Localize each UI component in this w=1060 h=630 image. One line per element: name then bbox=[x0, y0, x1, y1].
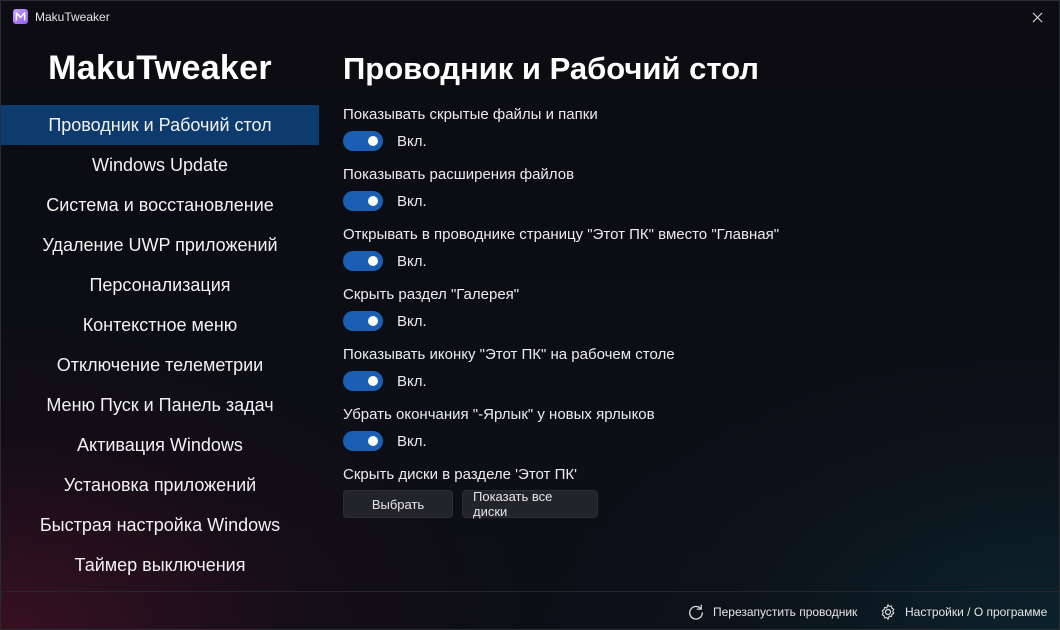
hide-gallery-toggle[interactable] bbox=[343, 311, 383, 331]
toggle-state-text: Вкл. bbox=[397, 252, 427, 270]
window-title: MakuTweaker bbox=[35, 10, 110, 24]
restart-explorer-button[interactable]: Перезапустить проводник bbox=[687, 603, 857, 621]
sidebar-item-explorer-desktop[interactable]: Проводник и Рабочий стол bbox=[1, 105, 319, 145]
setting-label: Скрыть раздел "Галерея" bbox=[343, 286, 520, 303]
toggle-state-text: Вкл. bbox=[397, 372, 427, 390]
setting-label: Открывать в проводнике страницу "Этот ПК… bbox=[343, 226, 780, 243]
sidebar-item-system-recovery[interactable]: Система и восстановление bbox=[1, 185, 319, 225]
sidebar-item-label: Персонализация bbox=[89, 274, 231, 295]
toggle-state-text: Вкл. bbox=[397, 132, 427, 150]
sidebar-item-label: Таймер выключения bbox=[74, 554, 246, 575]
setting-open-this-pc: Открывать в проводнике страницу "Этот ПК… bbox=[343, 226, 779, 271]
toggle-knob bbox=[368, 316, 378, 326]
sidebar-item-label: Установка приложений bbox=[63, 474, 257, 495]
sidebar-item-label: Быстрая настройка Windows bbox=[39, 514, 281, 535]
sidebar-item-label: Проводник и Рабочий стол bbox=[48, 114, 272, 135]
sidebar-item-label: Система и восстановление bbox=[46, 194, 274, 215]
sidebar-item-uwp-removal[interactable]: Удаление UWP приложений bbox=[1, 225, 319, 265]
sidebar-item-shutdown-timer[interactable]: Таймер выключения bbox=[1, 545, 319, 585]
setting-shortcut-suffix: Убрать окончания "-Ярлык" у новых ярлыко… bbox=[343, 406, 655, 451]
setting-label: Скрыть диски в разделе 'Этот ПК' bbox=[343, 466, 577, 483]
maku-app-icon bbox=[13, 9, 28, 24]
shortcut-suffix-toggle[interactable] bbox=[343, 431, 383, 451]
sidebar-item-quick-setup[interactable]: Быстрая настройка Windows bbox=[1, 505, 319, 545]
sidebar-nav: Проводник и Рабочий стол Windows Update … bbox=[1, 105, 319, 585]
sidebar-item-label: Удаление UWP приложений bbox=[42, 234, 278, 255]
setting-label: Убрать окончания "-Ярлык" у новых ярлыко… bbox=[343, 406, 655, 423]
toggle-knob bbox=[368, 136, 378, 146]
setting-hide-drives: Скрыть диски в разделе 'Этот ПК' Выбрать… bbox=[343, 466, 598, 519]
select-drives-button[interactable]: Выбрать bbox=[343, 490, 453, 518]
page-title: Проводник и Рабочий стол bbox=[343, 51, 760, 86]
toggle-knob bbox=[368, 196, 378, 206]
sidebar-item-personalization[interactable]: Персонализация bbox=[1, 265, 319, 305]
setting-label: Показывать скрытые файлы и папки bbox=[343, 106, 598, 123]
show-all-drives-button[interactable]: Показать все диски bbox=[462, 489, 598, 519]
setting-hidden-files: Показывать скрытые файлы и папки Вкл. bbox=[343, 106, 598, 151]
app-title: MakuTweaker bbox=[48, 49, 272, 87]
toggle-state-text: Вкл. bbox=[397, 432, 427, 450]
sidebar-item-label: Отключение телеметрии bbox=[56, 354, 264, 375]
bottom-bar: Перезапустить проводник Настройки / О пр… bbox=[1, 591, 1060, 630]
setting-hide-gallery: Скрыть раздел "Галерея" Вкл. bbox=[343, 286, 519, 331]
refresh-icon bbox=[689, 604, 703, 620]
toggle-state-text: Вкл. bbox=[397, 192, 427, 210]
sidebar-item-label: Меню Пуск и Панель задач bbox=[46, 394, 274, 415]
toggle-knob bbox=[368, 436, 378, 446]
title-bar: MakuTweaker bbox=[1, 1, 1060, 33]
app-window: MakuTweaker MakuTweaker Проводник и Рабо… bbox=[0, 0, 1060, 630]
sidebar-item-activation[interactable]: Активация Windows bbox=[1, 425, 319, 465]
sidebar-item-windows-update[interactable]: Windows Update bbox=[1, 145, 319, 185]
close-icon bbox=[1032, 12, 1042, 22]
restart-explorer-label: Перезапустить проводник bbox=[713, 605, 858, 619]
sidebar-item-label: Windows Update bbox=[91, 154, 229, 175]
sidebar-item-telemetry[interactable]: Отключение телеметрии bbox=[1, 345, 319, 385]
settings-about-button[interactable]: Настройки / О программе bbox=[879, 603, 1047, 621]
sidebar-item-label: Активация Windows bbox=[77, 434, 243, 455]
toggle-state-text: Вкл. bbox=[397, 312, 427, 330]
sidebar-item-start-taskbar[interactable]: Меню Пуск и Панель задач bbox=[1, 385, 319, 425]
setting-file-extensions: Показывать расширения файлов Вкл. bbox=[343, 166, 574, 211]
sidebar-item-context-menu[interactable]: Контекстное меню bbox=[1, 305, 319, 345]
setting-label: Показывать расширения файлов bbox=[343, 166, 575, 183]
toggle-knob bbox=[368, 376, 378, 386]
settings-about-label: Настройки / О программе bbox=[905, 605, 1048, 619]
toggle-knob bbox=[368, 256, 378, 266]
file-extensions-toggle[interactable] bbox=[343, 191, 383, 211]
gear-icon bbox=[881, 604, 895, 620]
setting-this-pc-icon: Показывать иконку "Этот ПК" на рабочем с… bbox=[343, 346, 675, 391]
hidden-files-toggle[interactable] bbox=[343, 131, 383, 151]
sidebar-item-label: Контекстное меню bbox=[82, 314, 238, 335]
open-this-pc-toggle[interactable] bbox=[343, 251, 383, 271]
this-pc-icon-toggle[interactable] bbox=[343, 371, 383, 391]
sidebar-item-app-install[interactable]: Установка приложений bbox=[1, 465, 319, 505]
close-button[interactable] bbox=[1027, 7, 1047, 27]
setting-label: Показывать иконку "Этот ПК" на рабочем с… bbox=[343, 346, 675, 363]
